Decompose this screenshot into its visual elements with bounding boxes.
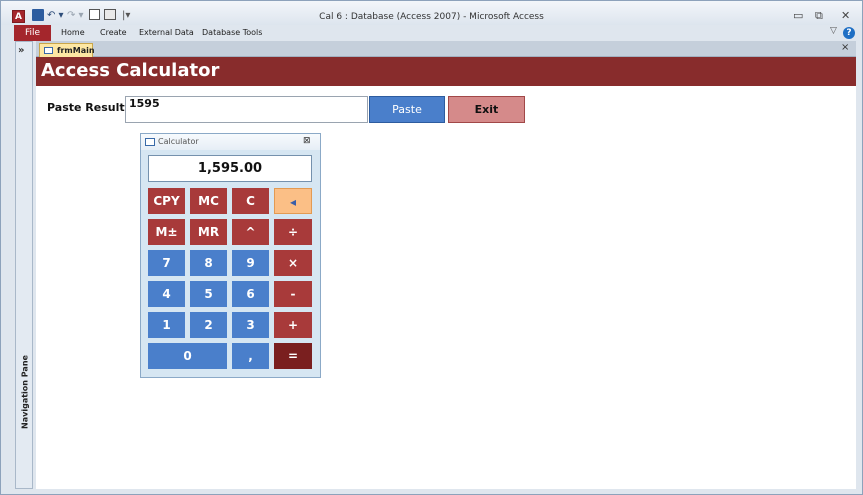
close-document-icon[interactable]: × <box>841 42 849 53</box>
expand-nav-pane-icon[interactable]: » <box>18 45 24 56</box>
tab-frmmain[interactable]: frmMain <box>39 43 95 57</box>
form-icon <box>44 47 53 54</box>
digit-6-button[interactable]: 6 <box>232 281 269 307</box>
form-header: Access Calculator <box>36 57 856 86</box>
multiply-button[interactable]: × <box>274 250 312 276</box>
navigation-pane[interactable]: » Navigation Pane <box>15 41 33 489</box>
file-tab[interactable]: File <box>14 25 51 41</box>
close-calculator-icon[interactable]: ⊠ <box>303 136 311 146</box>
equals-button[interactable]: = <box>274 343 312 369</box>
digit-5-button[interactable]: 5 <box>190 281 227 307</box>
access-window: A ↶ ▾ ↷ ▾ |▾ Cal 6 : Database (Access 20… <box>0 0 863 495</box>
ribbon-tab-bar: File Home Create External Data Database … <box>1 25 862 41</box>
paste-result-input[interactable]: 1595 <box>125 96 368 123</box>
backspace-button[interactable]: ◂ <box>274 188 312 214</box>
navigation-pane-label: Navigation Pane <box>20 355 30 429</box>
copy-button[interactable]: CPY <box>148 188 185 214</box>
close-window-icon[interactable]: ✕ <box>841 10 850 22</box>
digit-3-button[interactable]: 3 <box>232 312 269 338</box>
window-title: Cal 6 : Database (Access 2007) - Microso… <box>319 12 544 22</box>
digit-1-button[interactable]: 1 <box>148 312 185 338</box>
help-icon[interactable]: ? <box>843 27 855 39</box>
form-title: Access Calculator <box>41 60 220 81</box>
minimize-ribbon-icon[interactable]: ▽ <box>830 26 837 36</box>
memory-plus-minus-button[interactable]: M± <box>148 219 185 245</box>
form-icon <box>145 138 155 146</box>
tab-create[interactable]: Create <box>100 25 127 41</box>
add-button[interactable]: + <box>274 312 312 338</box>
paste-result-label: Paste Result <box>47 101 125 114</box>
restore-icon[interactable]: ⧉ <box>815 10 823 22</box>
title-bar: A ↶ ▾ ↷ ▾ |▾ Cal 6 : Database (Access 20… <box>1 1 862 25</box>
calculator-title: Calculator <box>158 137 199 146</box>
tab-database-tools[interactable]: Database Tools <box>202 25 262 41</box>
minimize-icon[interactable]: ▭ <box>793 10 803 22</box>
clear-button[interactable]: C <box>232 188 269 214</box>
doc-tab-label: frmMain <box>57 46 95 55</box>
digit-9-button[interactable]: 9 <box>232 250 269 276</box>
digit-7-button[interactable]: 7 <box>148 250 185 276</box>
power-button[interactable]: ^ <box>232 219 269 245</box>
digit-2-button[interactable]: 2 <box>190 312 227 338</box>
subtract-button[interactable]: - <box>274 281 312 307</box>
memory-recall-button[interactable]: MR <box>190 219 227 245</box>
divide-button[interactable]: ÷ <box>274 219 312 245</box>
memory-clear-button[interactable]: MC <box>190 188 227 214</box>
document-tab-strip: frmMain × <box>36 41 856 57</box>
decimal-button[interactable]: , <box>232 343 269 369</box>
paste-button[interactable]: Paste <box>369 96 445 123</box>
tab-external-data[interactable]: External Data <box>139 25 194 41</box>
digit-4-button[interactable]: 4 <box>148 281 185 307</box>
digit-8-button[interactable]: 8 <box>190 250 227 276</box>
digit-0-button[interactable]: 0 <box>148 343 227 369</box>
calculator-popup: Calculator ⊠ 1,595.00 CPY MC C ◂ M± MR ^… <box>140 133 321 378</box>
tab-home[interactable]: Home <box>61 25 85 41</box>
exit-button[interactable]: Exit <box>448 96 525 123</box>
calculator-display: 1,595.00 <box>148 155 312 182</box>
calculator-title-bar[interactable]: Calculator ⊠ <box>141 134 320 150</box>
